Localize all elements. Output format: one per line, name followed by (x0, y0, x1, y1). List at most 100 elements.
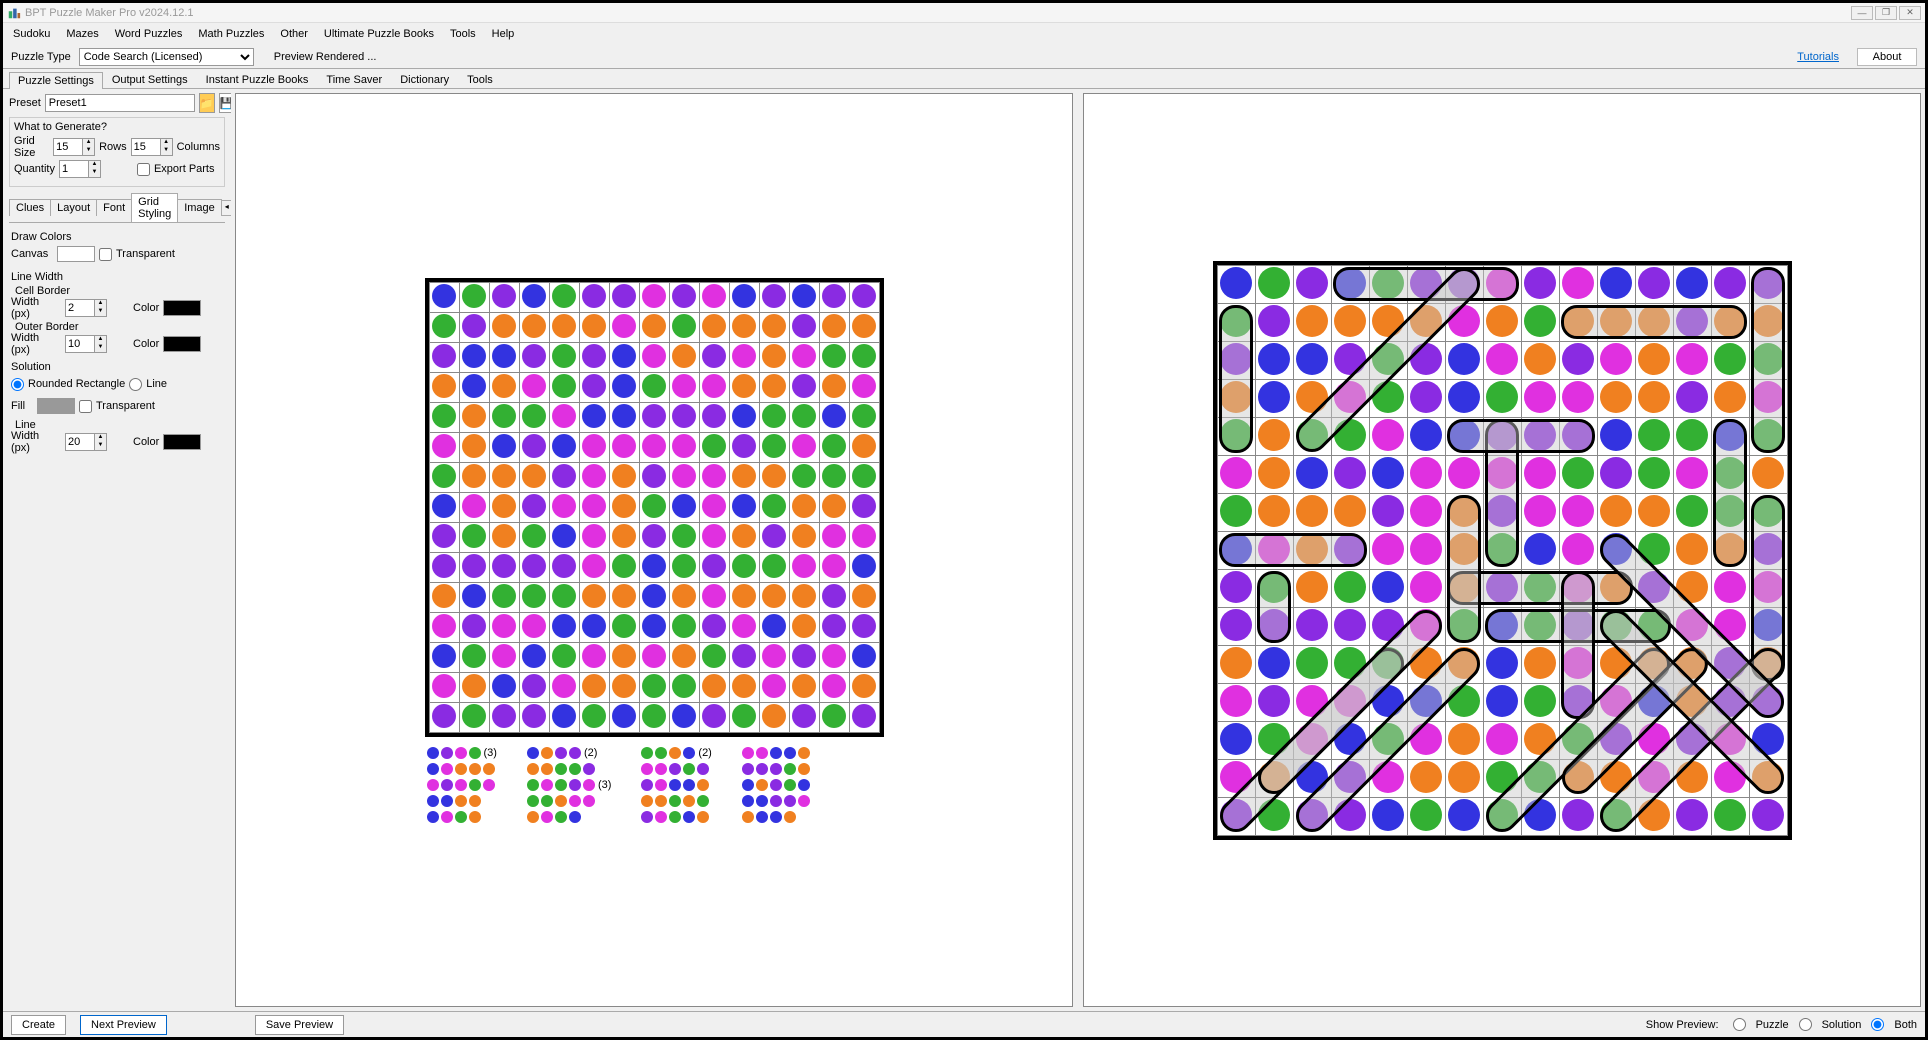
grid-dot (582, 584, 606, 608)
grid-dot (612, 524, 636, 548)
subtab-font[interactable]: Font (96, 199, 132, 216)
window-controls: — ❐ ✕ (1851, 6, 1921, 20)
save-icon[interactable]: 💾 (219, 93, 232, 113)
grid-dot (672, 284, 696, 308)
subtab-prev-icon[interactable]: ◂ (221, 200, 231, 216)
grid-dot (552, 494, 576, 518)
grid-dot (462, 464, 486, 488)
quantity-label: Quantity (14, 163, 55, 175)
next-preview-button[interactable]: Next Preview (80, 1015, 167, 1035)
menu-other[interactable]: Other (280, 28, 308, 40)
grid-dot (552, 584, 576, 608)
clue-row (641, 763, 711, 775)
clue-row (427, 811, 497, 823)
preview-puzzle-radio[interactable] (1733, 1018, 1746, 1031)
titlebar: BPT Puzzle Maker Pro v2024.12.1 — ❐ ✕ (3, 3, 1925, 23)
preset-input[interactable] (45, 94, 195, 112)
grid-dot (672, 344, 696, 368)
grid-dot (792, 434, 816, 458)
folder-icon[interactable]: 📁 (199, 93, 215, 113)
grid-dot (552, 314, 576, 338)
tutorials-link[interactable]: Tutorials (1797, 51, 1839, 63)
save-preview-button[interactable]: Save Preview (255, 1015, 344, 1035)
grid-size-label: Grid Size (14, 135, 49, 159)
menu-ultimate-puzzle-books[interactable]: Ultimate Puzzle Books (324, 28, 434, 40)
subtab-clues[interactable]: Clues (9, 199, 51, 216)
settings-sidebar: Preset 📁 💾 💾* What to Generate? Grid Siz… (3, 89, 231, 1011)
clue-row (527, 811, 611, 823)
grid-dot (582, 674, 606, 698)
tab-puzzle-settings[interactable]: Puzzle Settings (9, 72, 103, 89)
grid-dot (702, 644, 726, 668)
puzzle-type-select[interactable]: Code Search (Licensed) (79, 48, 254, 66)
cell-color-swatch[interactable] (163, 300, 201, 316)
grid-dot (432, 674, 456, 698)
minimize-button[interactable]: — (1851, 6, 1873, 20)
grid-dot (612, 464, 636, 488)
grid-dot (462, 554, 486, 578)
grid-dot (492, 464, 516, 488)
grid-dot (432, 704, 456, 728)
fill-transparent-label: Transparent (96, 400, 155, 412)
menu-word-puzzles[interactable]: Word Puzzles (115, 28, 183, 40)
preview-solution-radio[interactable] (1799, 1018, 1812, 1031)
grid-dot (522, 554, 546, 578)
export-parts-checkbox[interactable] (137, 163, 150, 176)
menu-sudoku[interactable]: Sudoku (13, 28, 50, 40)
tab-instant-puzzle-books[interactable]: Instant Puzzle Books (197, 71, 318, 88)
subtab-layout[interactable]: Layout (50, 199, 97, 216)
grid-dot (702, 314, 726, 338)
close-button[interactable]: ✕ (1899, 6, 1921, 20)
grid-dot (852, 524, 876, 548)
quantity-field[interactable]: ▲▼ (59, 160, 101, 178)
grid-size-field[interactable]: ▲▼ (53, 138, 95, 156)
rows-field[interactable]: ▲▼ (131, 138, 173, 156)
rounded-rect-radio[interactable] (11, 378, 24, 391)
subtab-grid-styling[interactable]: Grid Styling (131, 193, 178, 222)
maximize-button[interactable]: ❐ (1875, 6, 1897, 20)
cell-width-field[interactable]: ▲▼ (65, 299, 107, 317)
cell-color-label: Color (133, 302, 159, 314)
sol-width-field[interactable]: ▲▼ (65, 433, 107, 451)
solution-marker (1713, 419, 1747, 567)
grid-dot (702, 464, 726, 488)
fill-color-swatch[interactable] (37, 398, 75, 414)
clue-row (742, 779, 810, 791)
tab-dictionary[interactable]: Dictionary (391, 71, 458, 88)
grid-dot (822, 284, 846, 308)
grid-dot (822, 464, 846, 488)
menu-math-puzzles[interactable]: Math Puzzles (198, 28, 264, 40)
menu-help[interactable]: Help (492, 28, 515, 40)
grid-dot (552, 524, 576, 548)
sol-color-swatch[interactable] (163, 434, 201, 450)
clue-row (742, 811, 810, 823)
fill-transparent-checkbox[interactable] (79, 400, 92, 413)
tab-time-saver[interactable]: Time Saver (317, 71, 391, 88)
canvas-transparent-checkbox[interactable] (99, 248, 112, 261)
menu-tools[interactable]: Tools (450, 28, 476, 40)
outer-width-field[interactable]: ▲▼ (65, 335, 107, 353)
grid-dot (462, 314, 486, 338)
grid-dot (822, 404, 846, 428)
about-button[interactable]: About (1857, 48, 1917, 66)
grid-dot (732, 284, 756, 308)
canvas-color-swatch[interactable] (57, 246, 95, 262)
grid-dot (672, 704, 696, 728)
tab-output-settings[interactable]: Output Settings (103, 71, 197, 88)
preview-both-radio[interactable] (1871, 1018, 1884, 1031)
solution-marker (1447, 495, 1481, 643)
subtab-image[interactable]: Image (177, 199, 222, 216)
grid-dot (672, 614, 696, 638)
tab-tools[interactable]: Tools (458, 71, 502, 88)
grid-dot (792, 584, 816, 608)
line-radio[interactable] (129, 378, 142, 391)
grid-dot (642, 524, 666, 548)
grid-dot (762, 614, 786, 638)
grid-dot (822, 554, 846, 578)
grid-dot (582, 284, 606, 308)
outer-color-swatch[interactable] (163, 336, 201, 352)
grid-dot (462, 644, 486, 668)
grid-dot (582, 704, 606, 728)
menu-mazes[interactable]: Mazes (66, 28, 98, 40)
create-button[interactable]: Create (11, 1015, 66, 1035)
